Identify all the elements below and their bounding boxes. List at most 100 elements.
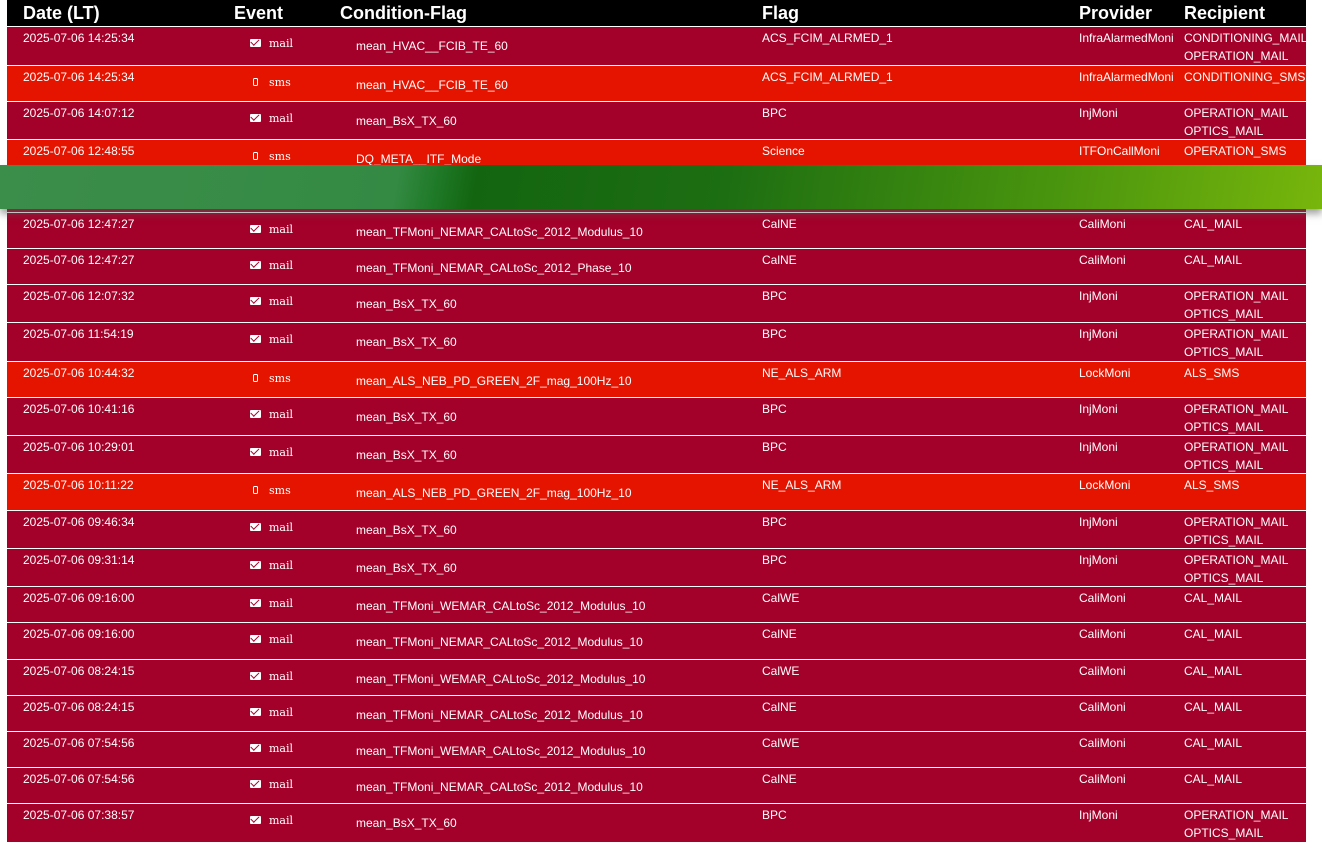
row-recipients: OPERATION_MAIL OPTICS_MAIL xyxy=(1184,325,1288,361)
table-row[interactable]: 2025-07-06 09:16:00 mail mean_TFMoni_WEMAR… xyxy=(7,586,1306,622)
row-date: 2025-07-06 09:16:00 xyxy=(23,591,135,605)
row-provider: CaliMoni xyxy=(1079,217,1126,231)
row-date: 2025-07-06 11:54:19 xyxy=(23,327,134,341)
row-provider: InfraAlarmedMoni xyxy=(1079,70,1174,84)
header-recipient[interactable]: Recipient xyxy=(1184,3,1265,24)
row-date: 2025-07-06 08:24:15 xyxy=(23,664,135,678)
header-condition-flag[interactable]: Condition-Flag xyxy=(340,3,467,24)
row-condition: mean_TFMoni_NEMAR_CALtoSc_2012_Modulus_1… xyxy=(356,635,643,649)
table-row[interactable]: 2025-07-06 09:16:00 mail mean_TFMoni_NEMAR… xyxy=(7,622,1306,659)
row-event-label: mail xyxy=(269,706,294,719)
row-event-label: mail xyxy=(269,742,294,755)
table-row[interactable]: 2025-07-06 08:24:15 mail mean_TFMoni_NEMAR… xyxy=(7,695,1306,731)
row-condition: mean_HVAC__FCIB_TE_60 xyxy=(356,78,508,92)
table-row[interactable]: 2025-07-06 09:31:14 mail mean_BsX_TX_60 BPC… xyxy=(7,548,1306,586)
table-row[interactable]: 2025-07-06 10:11:22 sms mean_ALS_NEB_PD_GR… xyxy=(7,473,1306,510)
mail-icon xyxy=(250,780,261,788)
table-row[interactable]: 2025-07-06 11:54:19 mail mean_BsX_TX_60 BPC… xyxy=(7,322,1306,361)
table-row[interactable]: 2025-07-06 07:54:56 mail mean_TFMoni_WEMAR… xyxy=(7,731,1306,767)
header-event[interactable]: Event xyxy=(234,3,283,24)
table-row[interactable]: 2025-07-06 12:47:27 mail mean_TFMoni_NEMAR… xyxy=(7,212,1306,248)
mail-icon xyxy=(250,599,261,607)
table-row[interactable]: 2025-07-06 14:25:34 sms mean_HVAC__FCIB_TE… xyxy=(7,65,1306,101)
row-event: mail xyxy=(250,740,293,758)
row-flag: CalNE xyxy=(762,217,797,231)
row-event-label: mail xyxy=(269,814,294,827)
table-row[interactable]: 2025-07-06 09:46:34 mail mean_BsX_TX_60 BPC… xyxy=(7,510,1306,548)
table-row[interactable]: 2025-07-06 07:54:56 mail mean_TFMoni_NEMAR… xyxy=(7,767,1306,803)
table-row[interactable]: 2025-07-06 14:07:12 mail mean_BsX_TX_60 BPC… xyxy=(7,101,1306,139)
row-date: 2025-07-06 10:41:16 xyxy=(23,402,135,416)
table-row[interactable]: 2025-07-06 12:47:27 mail mean_TFMoni_NEMAR… xyxy=(7,248,1306,284)
mail-icon xyxy=(250,114,261,122)
row-event: mail xyxy=(250,812,293,830)
row-provider: InjMoni xyxy=(1079,289,1118,303)
row-recipient: OPERATION_SMS xyxy=(1184,144,1287,158)
row-event-label: mail xyxy=(269,223,294,236)
header-date[interactable]: Date (LT) xyxy=(23,3,100,24)
mail-icon xyxy=(250,39,261,47)
row-recipient: OPTICS_MAIL xyxy=(1184,826,1264,840)
header-provider[interactable]: Provider xyxy=(1079,3,1152,24)
row-condition: mean_BsX_TX_60 xyxy=(356,335,457,349)
row-recipient: CAL_MAIL xyxy=(1184,627,1243,641)
mail-icon xyxy=(250,410,261,418)
row-condition: mean_TFMoni_WEMAR_CALtoSc_2012_Modulus_1… xyxy=(356,599,646,613)
row-recipient: CAL_MAIL xyxy=(1184,736,1243,750)
row-recipient: OPTICS_MAIL xyxy=(1184,458,1264,472)
table-row[interactable]: 2025-07-06 12:07:32 mail mean_BsX_TX_60 BPC… xyxy=(7,284,1306,322)
phone-icon xyxy=(253,152,258,160)
row-recipient: OPTICS_MAIL xyxy=(1184,124,1264,138)
row-flag: CalWE xyxy=(762,736,800,750)
phone-icon xyxy=(253,486,258,494)
row-recipient: OPTICS_MAIL xyxy=(1184,345,1264,359)
row-date: 2025-07-06 14:07:12 xyxy=(23,106,135,120)
phone-icon xyxy=(253,78,258,86)
row-recipients: OPERATION_MAIL OPTICS_MAIL xyxy=(1184,400,1288,436)
row-recipient: ALS_SMS xyxy=(1184,478,1240,492)
table-row[interactable]: 2025-07-06 10:44:32 sms mean_ALS_NEB_PD_GR… xyxy=(7,361,1306,397)
row-flag: CalWE xyxy=(762,591,800,605)
row-condition: mean_BsX_TX_60 xyxy=(356,523,457,537)
row-event-label: mail xyxy=(269,37,294,50)
mail-icon xyxy=(250,261,261,269)
table-row[interactable]: 2025-07-06 12:48:55 sms DQ_META__ITF_Mode S… xyxy=(7,139,1306,168)
row-event-label: mail xyxy=(269,446,294,459)
row-provider: CaliMoni xyxy=(1079,253,1126,267)
row-event-label: mail xyxy=(269,778,294,791)
row-condition: mean_BsX_TX_60 xyxy=(356,816,457,830)
row-event-label: mail xyxy=(269,521,294,534)
row-event-label: mail xyxy=(269,633,294,646)
row-event-label: mail xyxy=(269,259,294,272)
row-recipient: OPERATION_MAIL xyxy=(1184,440,1289,454)
row-provider: ITFOnCallMoni xyxy=(1079,144,1160,158)
row-event-label: sms xyxy=(269,372,291,385)
row-provider: CaliMoni xyxy=(1079,700,1126,714)
mail-icon xyxy=(250,744,261,752)
row-date: 2025-07-06 10:29:01 xyxy=(23,440,135,454)
table-row[interactable]: 2025-07-06 14:25:34 mail mean_HVAC__FCIB_T… xyxy=(7,26,1308,65)
row-recipient: CONDITIONING_MAIL xyxy=(1184,31,1308,45)
row-date: 2025-07-06 10:11:22 xyxy=(23,478,134,492)
row-recipients: CAL_MAIL xyxy=(1184,734,1242,752)
mail-icon xyxy=(250,448,261,456)
row-provider: CaliMoni xyxy=(1079,627,1126,641)
table-row[interactable]: 2025-07-06 08:24:15 mail mean_TFMoni_WEMAR… xyxy=(7,659,1306,695)
table-row[interactable]: 2025-07-06 07:38:57 mail mean_BsX_TX_60 BPC… xyxy=(7,803,1306,842)
table-header: Date (LT) Event Condition-Flag Flag Prov… xyxy=(7,0,1306,26)
row-recipient: OPERATION_MAIL xyxy=(1184,106,1289,120)
mail-icon xyxy=(250,635,261,643)
row-recipient: OPERATION_MAIL xyxy=(1184,49,1289,63)
table-row[interactable]: 2025-07-06 10:29:01 mail mean_BsX_TX_60 BPC… xyxy=(7,435,1306,473)
row-provider: InfraAlarmedMoni xyxy=(1079,31,1174,45)
row-condition: mean_TFMoni_WEMAR_CALtoSc_2012_Modulus_1… xyxy=(356,672,646,686)
header-flag[interactable]: Flag xyxy=(762,3,799,24)
table-row[interactable]: 2025-07-06 10:41:16 mail mean_BsX_TX_60 BPC… xyxy=(7,397,1306,435)
row-recipients: CAL_MAIL xyxy=(1184,215,1242,233)
row-recipient: OPTICS_MAIL xyxy=(1184,533,1264,547)
row-recipient: OPERATION_MAIL xyxy=(1184,808,1289,822)
row-recipients: OPERATION_SMS xyxy=(1184,142,1286,160)
row-recipients: OPERATION_MAIL OPTICS_MAIL xyxy=(1184,513,1288,549)
row-date: 2025-07-06 12:07:32 xyxy=(23,289,135,303)
row-recipient: CAL_MAIL xyxy=(1184,217,1243,231)
